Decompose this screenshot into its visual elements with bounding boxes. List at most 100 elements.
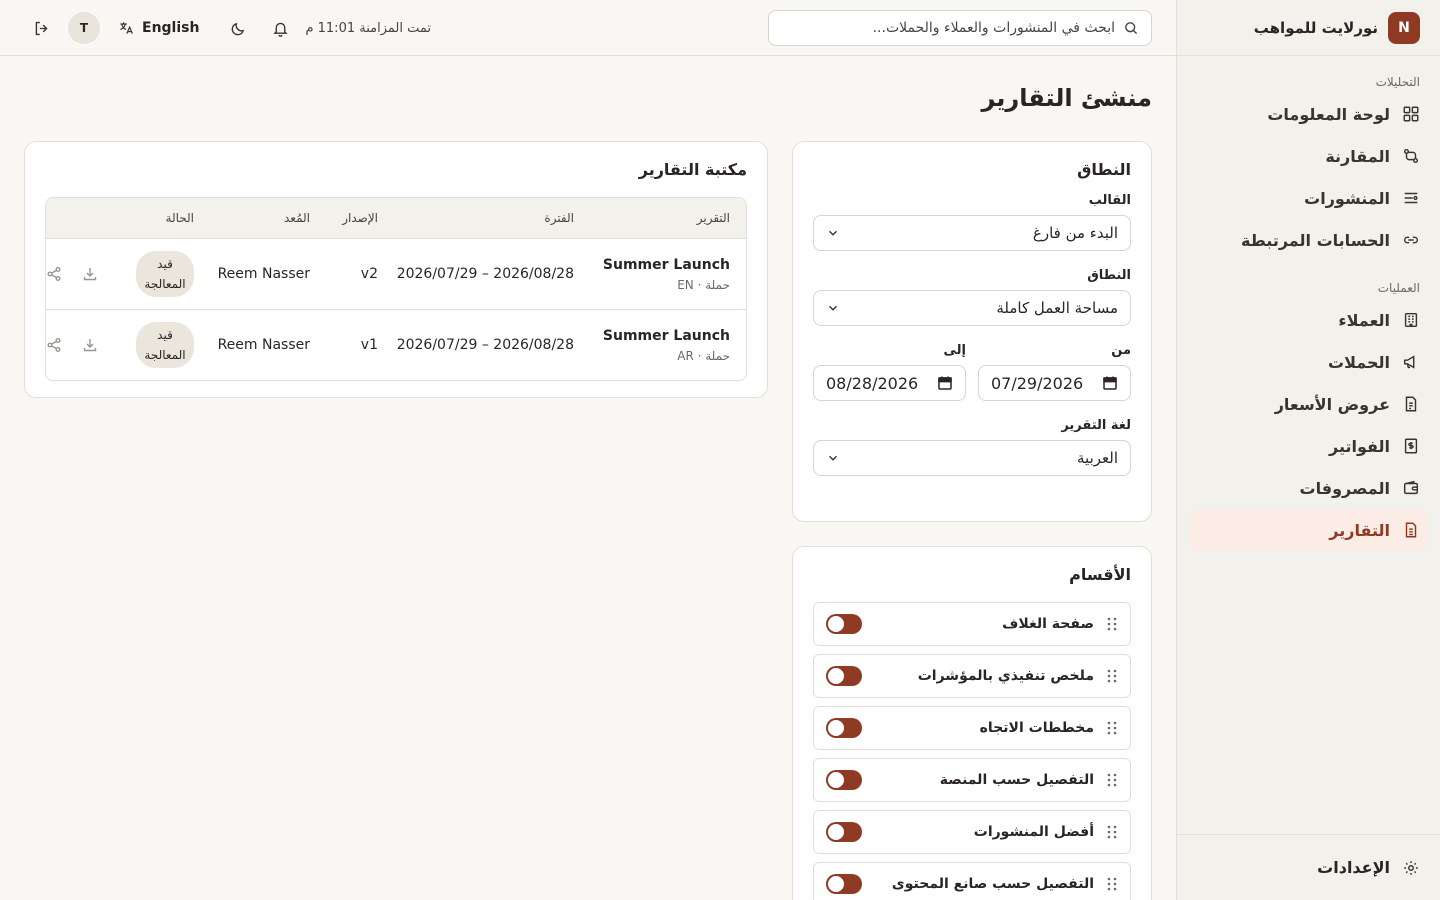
section-toggle[interactable] bbox=[826, 874, 862, 894]
sidebar-item-dashboard[interactable]: لوحة المعلومات bbox=[1189, 93, 1428, 135]
search-input[interactable] bbox=[781, 20, 1115, 36]
chevron-down-icon bbox=[826, 451, 840, 465]
section-item: التفصيل حسب صانع المحتوى bbox=[813, 862, 1131, 900]
report-version: v1 bbox=[360, 337, 378, 353]
scope-card: النطاق القالب البدء من فارغ النطاق مساحة… bbox=[792, 141, 1152, 522]
share-button[interactable] bbox=[46, 266, 62, 282]
sidebar-item-expenses[interactable]: المصروفات bbox=[1189, 467, 1428, 509]
brand-name: نورلايت للمواهب bbox=[1253, 18, 1378, 37]
to-date-value: 08/28/2026 bbox=[826, 373, 919, 393]
logout-button[interactable] bbox=[24, 11, 58, 45]
section-label: أفضل المنشورات bbox=[973, 824, 1094, 840]
status-badge: قيد المعالجة bbox=[136, 322, 194, 368]
row-actions bbox=[46, 266, 122, 282]
drag-handle-icon[interactable] bbox=[1106, 876, 1118, 892]
sidebar-item-reports[interactable]: التقارير bbox=[1189, 509, 1428, 551]
column-header[interactable]: الفترة bbox=[394, 211, 590, 225]
search-icon bbox=[1123, 20, 1139, 36]
section-label: مخططات الاتجاه bbox=[979, 720, 1094, 736]
brand-logo: N bbox=[1388, 11, 1420, 44]
report-language-label: لغة التقرير bbox=[1061, 418, 1131, 433]
report-period: 2026/07/29 – 2026/08/28 bbox=[396, 266, 574, 282]
template-label: القالب bbox=[1088, 193, 1131, 208]
template-select[interactable]: البدء من فارغ bbox=[813, 215, 1131, 251]
link-icon bbox=[1402, 231, 1420, 249]
row-actions bbox=[46, 337, 122, 353]
drag-handle-icon[interactable] bbox=[1106, 824, 1118, 840]
posts-icon bbox=[1402, 189, 1420, 207]
share-icon bbox=[47, 338, 61, 352]
section-toggle[interactable] bbox=[826, 666, 862, 686]
avatar[interactable]: T bbox=[68, 12, 100, 44]
sidebar-item-label: عروض الأسعار bbox=[1274, 394, 1390, 414]
section-toggle[interactable] bbox=[826, 718, 862, 738]
section-label: التفصيل حسب صانع المحتوى bbox=[891, 876, 1094, 892]
report-language-select[interactable]: العربية bbox=[813, 440, 1131, 476]
compare-icon bbox=[1402, 147, 1420, 165]
language-label: English bbox=[142, 20, 200, 36]
sidebar-item-clients[interactable]: العملاء bbox=[1189, 299, 1428, 341]
settings-link[interactable]: الإعدادات bbox=[1177, 834, 1440, 900]
report-name[interactable]: Summer Launch bbox=[590, 328, 730, 344]
language-button[interactable]: English bbox=[118, 20, 199, 36]
section-label: صفحة الغلاف bbox=[1002, 616, 1094, 632]
scope-title: النطاق bbox=[1077, 160, 1131, 179]
section-toggle[interactable] bbox=[826, 822, 862, 842]
section-item: مخططات الاتجاه bbox=[813, 706, 1131, 750]
sidebar-item-label: المقارنة bbox=[1325, 146, 1390, 166]
sidebar-item-label: العملاء bbox=[1338, 310, 1390, 330]
column-header[interactable]: الحالة bbox=[122, 211, 210, 225]
sidebar-item-quotes[interactable]: عروض الأسعار bbox=[1189, 383, 1428, 425]
translate-icon bbox=[118, 20, 134, 36]
report-owner: Reem Nasser bbox=[217, 266, 310, 282]
megaphone-icon bbox=[1402, 353, 1420, 371]
column-header[interactable]: الإصدار bbox=[326, 211, 394, 225]
column-header[interactable]: التقرير bbox=[590, 211, 746, 225]
drag-handle-icon[interactable] bbox=[1106, 668, 1118, 684]
settings-label: الإعدادات bbox=[1317, 858, 1390, 877]
report-name[interactable]: Summer Launch bbox=[590, 257, 730, 273]
theme-toggle-button[interactable] bbox=[221, 11, 255, 45]
sidebar-item-invoices[interactable]: الفواتير bbox=[1189, 425, 1428, 467]
page-title: منشئ التقارير bbox=[981, 84, 1152, 112]
section-toggle[interactable] bbox=[826, 614, 862, 634]
share-button[interactable] bbox=[46, 337, 62, 353]
status-badge: قيد المعالجة bbox=[136, 251, 194, 297]
section-label: ملخص تنفيذي بالمؤشرات bbox=[917, 668, 1094, 684]
wallet-icon bbox=[1402, 479, 1420, 497]
section-toggle[interactable] bbox=[826, 770, 862, 790]
drag-handle-icon[interactable] bbox=[1106, 772, 1118, 788]
from-label: من bbox=[1111, 343, 1131, 358]
scope-label: النطاق bbox=[1087, 268, 1131, 283]
to-date-input[interactable]: 08/28/2026 bbox=[813, 365, 966, 401]
scope-select[interactable]: مساحة العمل كاملة bbox=[813, 290, 1131, 326]
chevron-down-icon bbox=[826, 226, 840, 240]
sidebar-item-posts[interactable]: المنشورات bbox=[1189, 177, 1428, 219]
column-header[interactable]: المُعد bbox=[210, 211, 326, 225]
table-row[interactable]: Summer Launch حملة · AR 2026/07/29 – 202… bbox=[46, 310, 746, 380]
sidebar: N نورلايت للمواهب التحليلات لوحة المعلوم… bbox=[1176, 0, 1440, 900]
scope-value: مساحة العمل كاملة bbox=[996, 299, 1118, 317]
building-icon bbox=[1402, 311, 1420, 329]
sections-title: الأقسام bbox=[1069, 565, 1131, 584]
download-icon bbox=[83, 339, 97, 352]
brand: N نورلايت للمواهب bbox=[1177, 0, 1440, 56]
sidebar-item-compare[interactable]: المقارنة bbox=[1189, 135, 1428, 177]
calendar-icon[interactable] bbox=[1102, 375, 1118, 391]
nav-section-analytics: التحليلات bbox=[1375, 75, 1420, 89]
drag-handle-icon[interactable] bbox=[1106, 720, 1118, 736]
notifications-button[interactable] bbox=[263, 11, 297, 45]
from-date-value: 07/29/2026 bbox=[991, 373, 1084, 393]
sidebar-item-campaigns[interactable]: الحملات bbox=[1189, 341, 1428, 383]
from-date-input[interactable]: 07/29/2026 bbox=[978, 365, 1131, 401]
calendar-icon[interactable] bbox=[937, 375, 953, 391]
drag-handle-icon[interactable] bbox=[1106, 616, 1118, 632]
section-item: أفضل المنشورات bbox=[813, 810, 1131, 854]
download-button[interactable] bbox=[82, 266, 98, 282]
sections-list: صفحة الغلاف ملخص تنفيذي بالمؤشرات مخططات… bbox=[813, 602, 1131, 900]
search-box[interactable] bbox=[768, 10, 1152, 46]
report-meta: حملة · AR bbox=[677, 348, 730, 363]
sidebar-item-linked-accounts[interactable]: الحسابات المرتبطة bbox=[1189, 219, 1428, 261]
download-button[interactable] bbox=[82, 337, 98, 353]
table-row[interactable]: Summer Launch حملة · EN 2026/07/29 – 202… bbox=[46, 239, 746, 310]
